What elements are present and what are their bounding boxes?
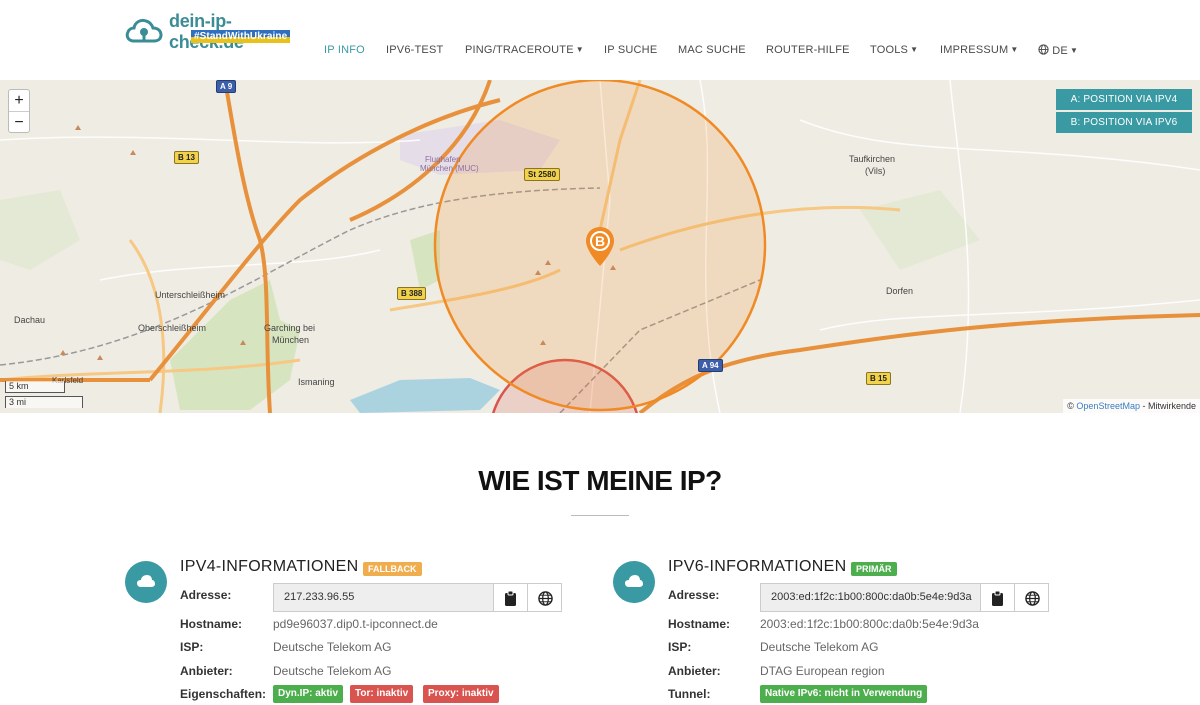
nav-impressum[interactable]: IMPRESSUM ▼ (940, 44, 1019, 56)
scale-km: 5 km (5, 381, 65, 393)
address-label: Adresse: (668, 588, 720, 602)
nav-ipv6-test[interactable]: IPV6-TEST (386, 44, 443, 56)
ipv6-provider: DTAG European region (760, 664, 885, 678)
position-ipv4-button[interactable]: A: POSITION VIA IPV4 (1056, 89, 1192, 110)
copy-ipv4-button[interactable] (493, 583, 528, 612)
place-label: Dachau (14, 315, 46, 325)
site-header: dein-ip-check.de #StandWithUkraine IP IN… (0, 0, 1200, 80)
chevron-down-icon: ▼ (1069, 46, 1079, 55)
cloud-icon (137, 575, 155, 587)
place-label: Garching bei (264, 323, 316, 333)
hostname-label: Hostname: (180, 617, 243, 631)
nav-ip-info[interactable]: IP INFO (324, 44, 365, 56)
zoom-in-button[interactable]: + (9, 90, 29, 111)
place-label: Taufkirchen (849, 154, 896, 164)
place-label: Dorfen (886, 286, 914, 296)
road-shield: A 94 (698, 359, 723, 372)
place-label: Ismaning (298, 377, 335, 387)
road-shield: B 388 (397, 287, 427, 300)
globe-icon (538, 591, 553, 606)
clipboard-icon (505, 591, 516, 606)
zoom-out-button[interactable]: − (9, 111, 29, 132)
nav-ping-traceroute[interactable]: PING/TRACEROUTE ▼ (465, 44, 584, 56)
cloud-logo-icon (125, 18, 163, 43)
tunnel-label: Tunnel: (668, 687, 711, 701)
ipv6-address-field[interactable]: 2003:ed:1f2c:1b00:800c:da0b:5e4e:9d3a (760, 583, 981, 612)
openstreetmap-link[interactable]: OpenStreetMap (1076, 401, 1140, 411)
dyn-ip-badge: Dyn.IP: aktiv (273, 685, 344, 703)
ipv4-address-field[interactable]: 217.233.96.55 (273, 583, 494, 612)
ipv6-title: IPV6-INFORMATIONEN (668, 558, 847, 575)
place-label: München (MUC) (420, 164, 479, 173)
zoom-control: + − (8, 89, 30, 133)
position-ipv6-button[interactable]: B: POSITION VIA IPV6 (1056, 112, 1192, 133)
ipv4-provider: Deutsche Telekom AG (273, 664, 392, 678)
ipv6-hostname: 2003:ed:1f2c:1b00:800c:da0b:5e4e:9d3a (760, 617, 979, 631)
nav-ip-suche[interactable]: IP SUCHE (604, 44, 657, 56)
ipv4-hostname: pd9e96037.dip0.t-ipconnect.de (273, 617, 438, 631)
road-shield: St 2580 (524, 168, 561, 181)
ipv6-panel: IPV6-INFORMATIONEN PRIMÄR Adresse: 2003:… (613, 558, 1053, 705)
place-label: Flughafen (425, 155, 461, 164)
provider-label: Anbieter: (668, 664, 721, 678)
scale-mi: 3 mi (5, 396, 83, 408)
cloud-badge (613, 561, 655, 603)
tor-badge: Tor: inaktiv (350, 685, 414, 703)
cloud-badge (125, 561, 167, 603)
location-map[interactable]: B Dachau Unterschleißheim Oberschleißhei… (0, 80, 1200, 413)
isp-label: ISP: (668, 640, 692, 654)
chevron-down-icon: ▼ (910, 45, 919, 54)
primary-badge: PRIMÄR (851, 562, 897, 576)
copy-ipv6-button[interactable] (980, 583, 1015, 612)
cloud-icon (625, 575, 643, 587)
ipv4-title: IPV4-INFORMATIONEN (180, 558, 359, 575)
globe-icon (1025, 591, 1040, 606)
title-divider (571, 515, 629, 516)
road-shield: B 15 (866, 372, 891, 385)
properties-label: Eigenschaften: (180, 687, 267, 701)
address-label: Adresse: (180, 588, 232, 602)
proxy-badge: Proxy: inaktiv (423, 685, 499, 703)
place-label: Oberschleißheim (138, 323, 207, 333)
nav-mac-suche[interactable]: MAC SUCHE (678, 44, 746, 56)
map-attribution: © OpenStreetMap - Mitwirkende (1063, 399, 1200, 413)
ipv4-panel: IPV4-INFORMATIONEN FALLBACK Adresse: 217… (125, 558, 565, 705)
lookup-ipv4-button[interactable] (527, 583, 562, 612)
place-label: München (272, 335, 310, 345)
chevron-down-icon: ▼ (575, 45, 584, 54)
lookup-ipv6-button[interactable] (1014, 583, 1049, 612)
road-shield: A 9 (216, 80, 237, 93)
hostname-label: Hostname: (668, 617, 731, 631)
marker-label: B (595, 233, 606, 249)
road-shield: B 13 (174, 151, 199, 164)
provider-label: Anbieter: (180, 664, 233, 678)
isp-label: ISP: (180, 640, 204, 654)
chevron-down-icon: ▼ (1010, 45, 1019, 54)
nav-tools[interactable]: TOOLS ▼ (870, 44, 918, 56)
nav-language[interactable]: DE ▼ (1038, 44, 1078, 57)
fallback-badge: FALLBACK (363, 562, 422, 576)
nav-router-hilfe[interactable]: ROUTER-HILFE (766, 44, 850, 56)
page-title: WIE IST MEINE IP? (478, 465, 722, 496)
place-label: (Vils) (865, 166, 886, 176)
globe-icon (1038, 44, 1049, 55)
ipv4-isp: Deutsche Telekom AG (273, 640, 392, 654)
tunnel-badge: Native IPv6: nicht in Verwendung (760, 685, 928, 703)
place-label: Unterschleißheim (155, 290, 226, 300)
site-logo[interactable]: dein-ip-check.de #StandWithUkraine (125, 11, 295, 52)
clipboard-icon (992, 591, 1003, 606)
ukraine-badge: #StandWithUkraine (191, 30, 291, 43)
ipv6-isp: Deutsche Telekom AG (760, 640, 879, 654)
